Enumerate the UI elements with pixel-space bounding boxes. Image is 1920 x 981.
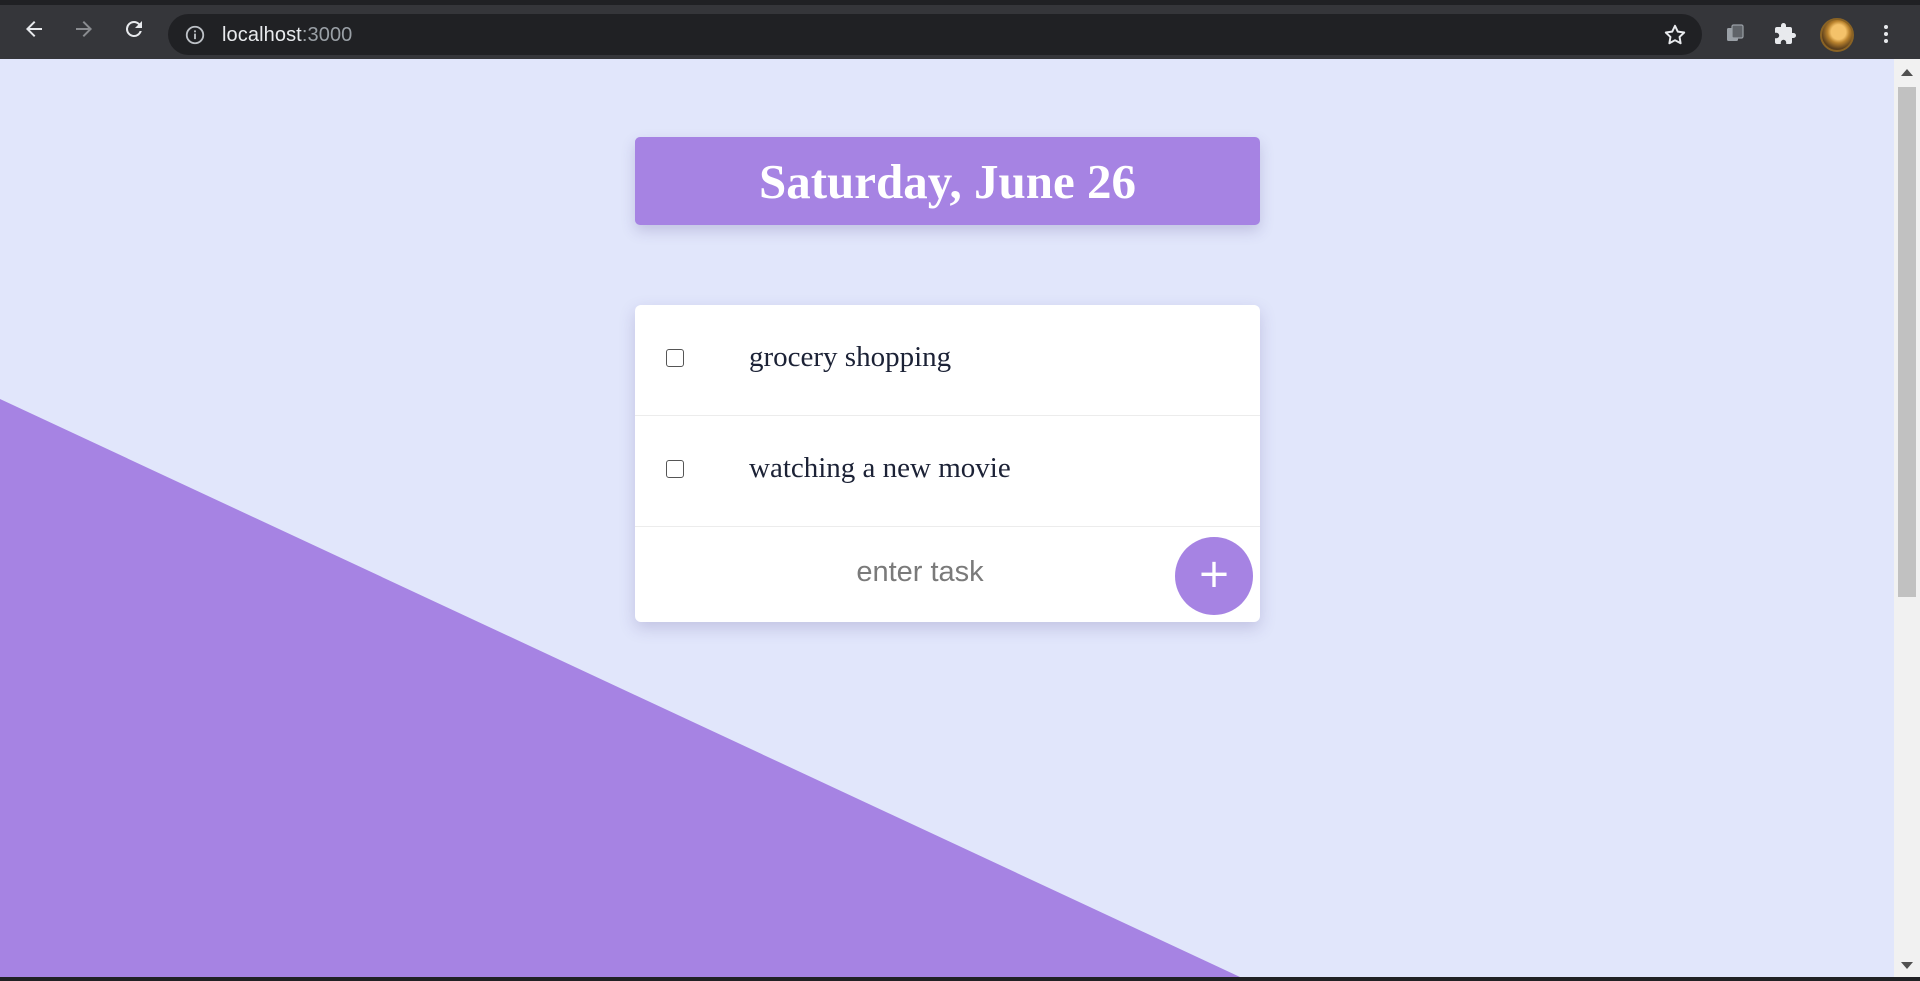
task-text: watching a new movie — [749, 452, 1011, 484]
tab-search-button[interactable] — [1718, 17, 1752, 51]
plus-icon: + — [1197, 551, 1231, 597]
back-icon — [26, 21, 42, 37]
reload-button[interactable] — [117, 12, 151, 46]
menu-kebab-icon — [1884, 25, 1888, 43]
forward-button[interactable] — [67, 12, 101, 46]
address-bar[interactable]: localhost:3000 — [168, 14, 1702, 55]
todo-card: grocery shopping watching a new movie + — [635, 305, 1260, 622]
vertical-scrollbar[interactable] — [1894, 59, 1920, 977]
scroll-down-arrow-icon[interactable] — [1901, 962, 1913, 969]
todo-item: grocery shopping — [635, 305, 1260, 416]
url-host: localhost — [222, 24, 302, 46]
new-task-input[interactable] — [725, 547, 1115, 597]
forward-icon — [76, 21, 92, 37]
browser-toolbar: localhost:3000 — [0, 0, 1920, 59]
add-task-button[interactable]: + — [1175, 537, 1253, 615]
task-checkbox[interactable] — [666, 349, 684, 367]
profile-avatar[interactable] — [1820, 18, 1854, 52]
extensions-button[interactable] — [1768, 17, 1802, 51]
menu-button[interactable] — [1869, 17, 1903, 51]
new-task-form: + — [635, 527, 1260, 622]
extension-puzzle-icon — [1775, 23, 1796, 44]
scroll-up-arrow-icon[interactable] — [1901, 69, 1913, 76]
star-icon[interactable] — [1662, 22, 1688, 48]
task-text: grocery shopping — [749, 341, 952, 373]
date-heading: Saturday, June 26 — [758, 153, 1137, 209]
scrollbar-thumb[interactable] — [1898, 87, 1916, 597]
back-button[interactable] — [17, 12, 51, 46]
todo-item: watching a new movie — [635, 416, 1260, 527]
url-text: localhost:3000 — [222, 24, 352, 47]
info-icon[interactable] — [184, 24, 206, 46]
taskbar-edge — [0, 977, 1920, 981]
url-port: :3000 — [301, 24, 353, 46]
reload-icon — [126, 21, 142, 37]
date-header: Saturday, June 26 — [635, 137, 1260, 225]
task-checkbox[interactable] — [666, 460, 684, 478]
page-viewport: Saturday, June 26 grocery shopping watch… — [0, 59, 1894, 977]
tab-search-icon — [1727, 24, 1744, 41]
